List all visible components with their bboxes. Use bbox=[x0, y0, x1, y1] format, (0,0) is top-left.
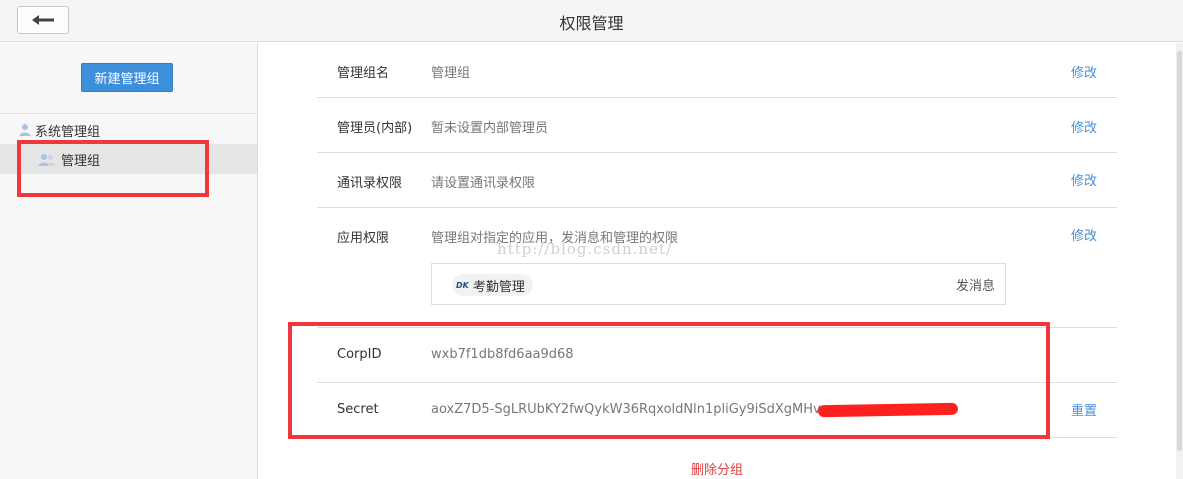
send-message-link[interactable]: 发消息 bbox=[956, 275, 995, 294]
sidebar-divider bbox=[0, 113, 257, 114]
highlight-box-sidebar bbox=[17, 140, 209, 197]
app-logo-icon: DK bbox=[456, 280, 469, 290]
tree-item-label: 系统管理组 bbox=[35, 124, 101, 140]
page-title: 权限管理 bbox=[559, 14, 624, 33]
app-item-attendance[interactable]: DK 考勤管理 bbox=[452, 274, 533, 296]
app-permission-label: 应用权限 bbox=[337, 231, 390, 246]
watermark-text: http://blog.csdn.net/ bbox=[497, 240, 673, 258]
row-app-permission: 应用权限 管理组对指定的应用，发消息和管理的权限 修改 DK 考勤管理 发消息 bbox=[317, 208, 1117, 328]
user-icon bbox=[19, 124, 31, 136]
edit-admins-link[interactable]: 修改 bbox=[1071, 117, 1097, 136]
page: 权限管理 新建管理组 系统管理组 管理组 管理组名 管理组 修改 管理员(内部)… bbox=[0, 0, 1183, 479]
tree-item-system-admin-group[interactable]: 系统管理组 bbox=[18, 120, 100, 140]
top-bar: 权限管理 bbox=[0, 0, 1183, 42]
sidebar: 新建管理组 系统管理组 管理组 bbox=[0, 43, 258, 479]
edit-app-permission-link[interactable]: 修改 bbox=[1071, 225, 1097, 244]
edit-group-name-link[interactable]: 修改 bbox=[1071, 62, 1097, 81]
admins-label: 管理员(内部) bbox=[337, 121, 413, 136]
contacts-permission-value: 请设置通讯录权限 bbox=[431, 176, 536, 191]
row-admins: 管理员(内部) 暂未设置内部管理员 修改 bbox=[317, 98, 1117, 153]
group-name-label: 管理组名 bbox=[337, 66, 390, 81]
highlight-box-credentials bbox=[288, 322, 1050, 439]
group-name-value: 管理组 bbox=[431, 66, 471, 81]
admins-value: 暂未设置内部管理员 bbox=[431, 121, 549, 136]
edit-contacts-permission-link[interactable]: 修改 bbox=[1071, 170, 1097, 189]
app-list-box: DK 考勤管理 发消息 bbox=[431, 263, 1006, 305]
row-group-name: 管理组名 管理组 修改 bbox=[317, 43, 1117, 98]
contacts-permission-label: 通讯录权限 bbox=[337, 176, 403, 191]
app-name: 考勤管理 bbox=[472, 279, 525, 295]
delete-group-link[interactable]: 删除分组 bbox=[0, 459, 1183, 478]
scrollbar-thumb[interactable] bbox=[1177, 51, 1182, 451]
scrollbar[interactable] bbox=[1176, 43, 1183, 479]
row-contacts-permission: 通讯录权限 请设置通讯录权限 修改 bbox=[317, 153, 1117, 208]
new-group-button[interactable]: 新建管理组 bbox=[81, 63, 173, 92]
reset-secret-link[interactable]: 重置 bbox=[1071, 400, 1097, 419]
